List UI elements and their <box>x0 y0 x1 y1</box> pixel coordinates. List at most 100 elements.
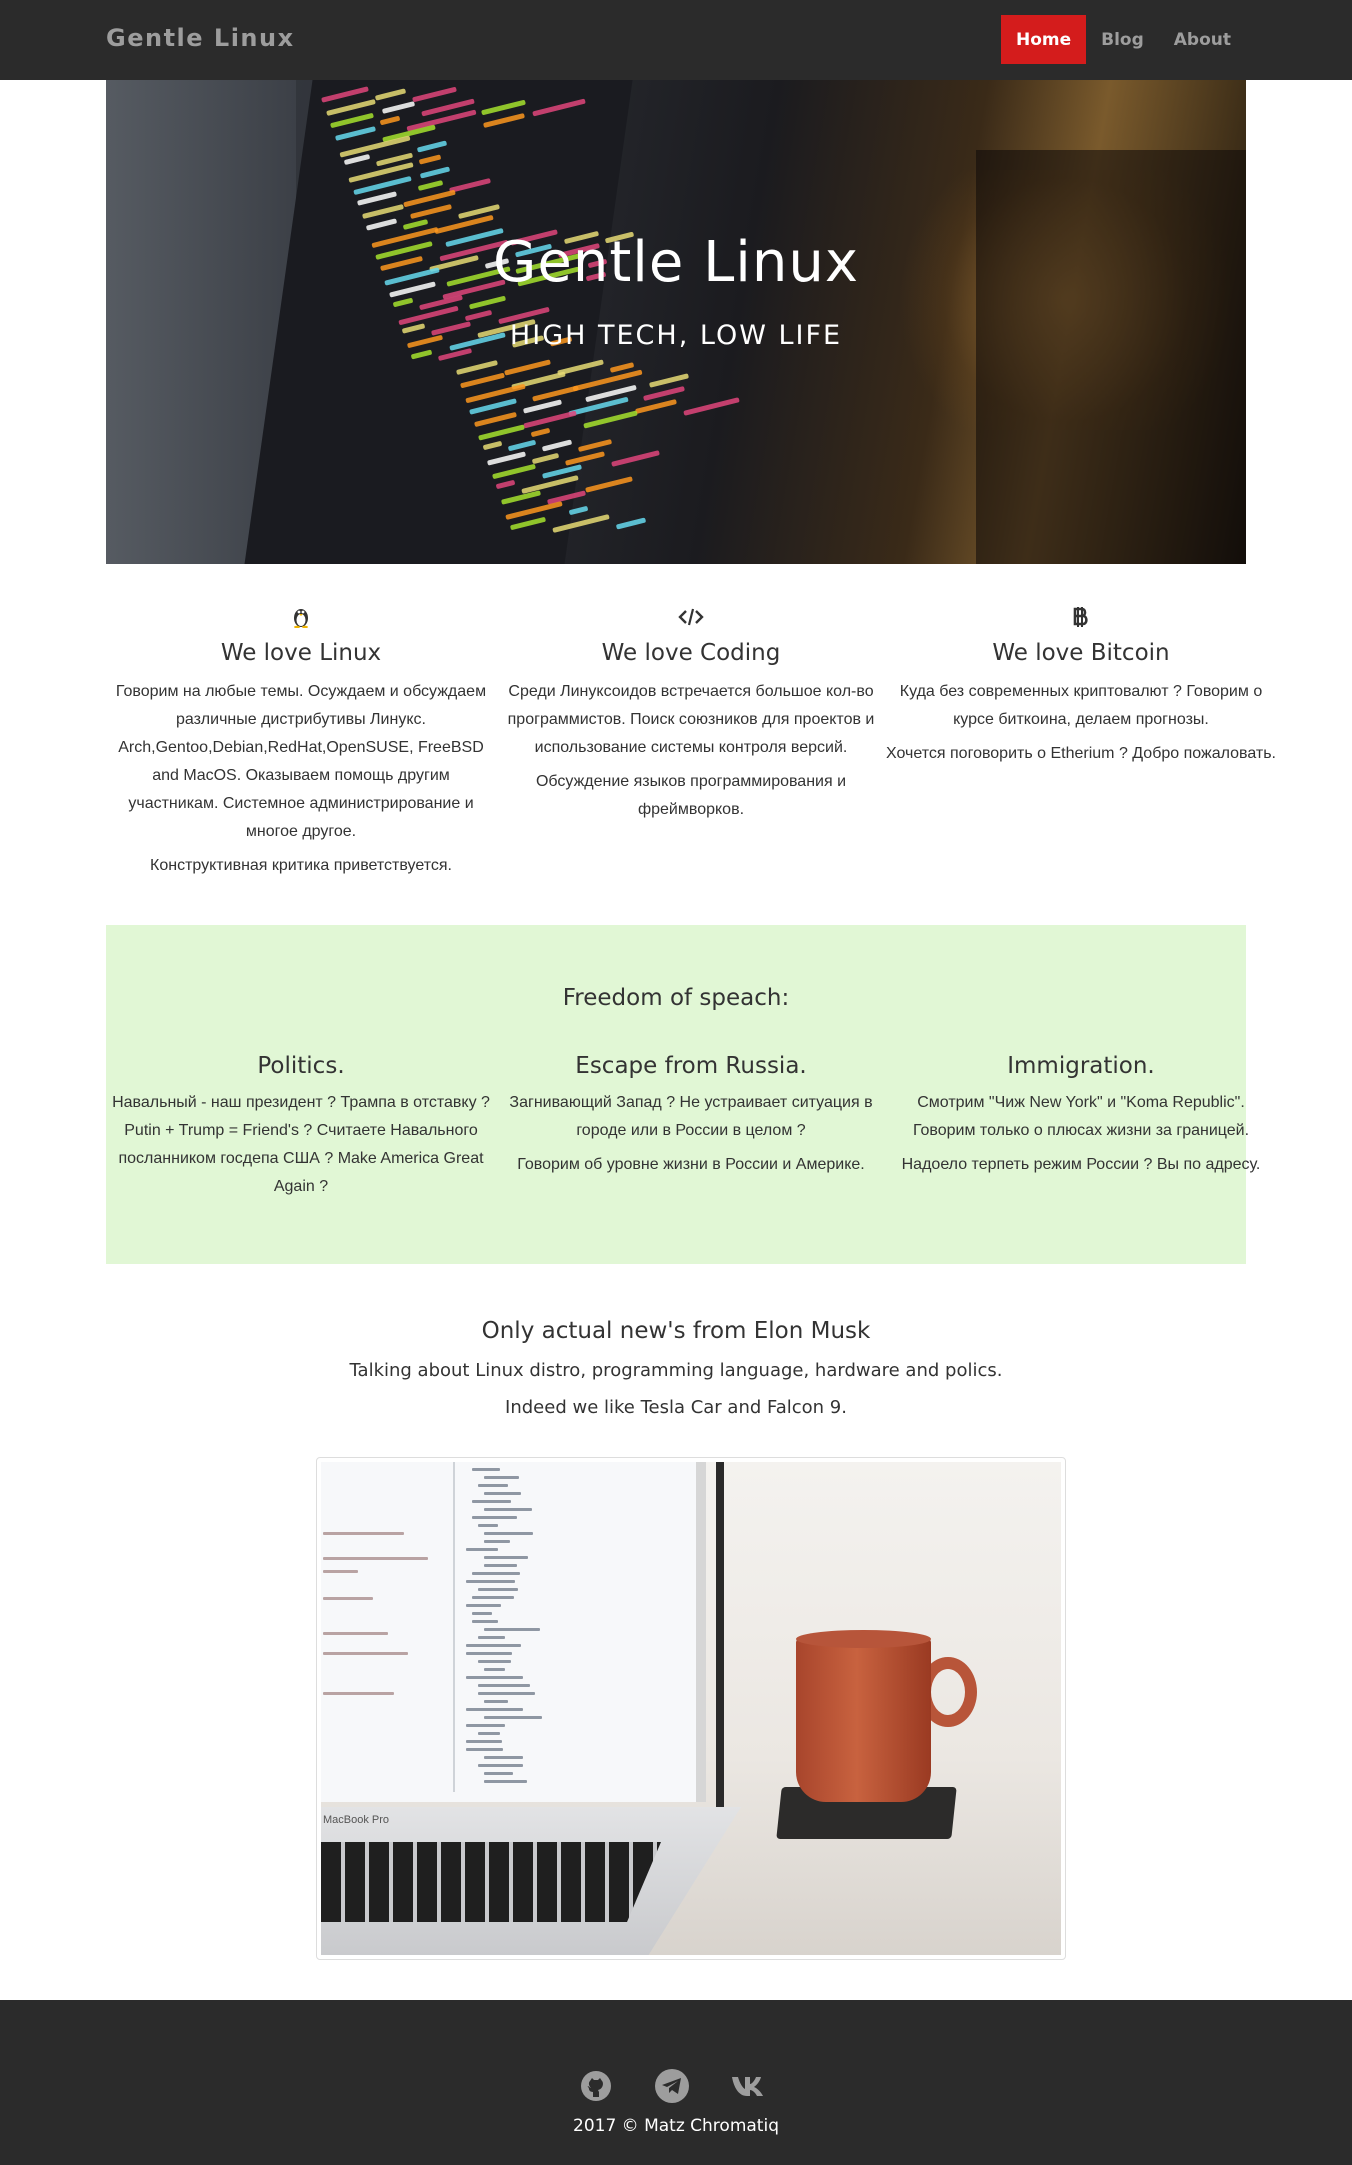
nav-links: Home Blog About <box>1000 15 1246 64</box>
editor-line <box>478 1484 508 1487</box>
editor-line <box>466 1644 521 1647</box>
code-line-segment <box>683 397 740 416</box>
editor-line <box>472 1516 517 1519</box>
freedom-column-text: Загнивающий Запад ? Не устраивает ситуац… <box>509 1094 873 1139</box>
feature-bitcoin: We love Bitcoin Куда без современных кри… <box>886 604 1276 768</box>
editor-line <box>478 1660 511 1663</box>
feature-text: Среди Линуксоидов встречается большое ко… <box>507 683 875 756</box>
code-line-segment <box>611 450 660 467</box>
editor-line <box>478 1524 498 1527</box>
editor-line <box>323 1570 358 1573</box>
editor-line <box>478 1636 505 1639</box>
editor-line <box>472 1468 500 1471</box>
code-line-segment <box>585 476 633 493</box>
freedom-escape: Escape from Russia. Загнивающий Запад ? … <box>496 1053 886 1179</box>
nav-link-about[interactable]: About <box>1159 15 1246 64</box>
feature-text: Обсуждение языков программирования и фре… <box>535 773 847 818</box>
hero-background-shadow <box>976 150 1246 564</box>
news-text-line: Talking about Linux distro, programming … <box>349 1360 1003 1381</box>
bitcoin-icon <box>886 604 1276 630</box>
feature-title: We love Linux <box>220 640 382 666</box>
news-title: Only actual new's from Elon Musk <box>481 1318 871 1344</box>
freedom-column-text: Надоело терпеть режим России ? Вы по адр… <box>901 1156 1261 1173</box>
code-icon <box>496 604 886 630</box>
copyright-text: 2017 © Matz Chromatiq <box>573 2116 779 2136</box>
laptop-photo-image: MacBook Pro <box>321 1462 1061 1955</box>
editor-line <box>478 1588 518 1591</box>
editor-line <box>472 1500 511 1503</box>
editor-line <box>466 1724 505 1727</box>
freedom-immigration: Immigration. Смотрим "Чиж New York" и "K… <box>886 1053 1276 1179</box>
editor-line <box>484 1772 513 1775</box>
code-line-segment <box>615 517 646 530</box>
brand-link[interactable]: Gentle Linux <box>106 24 295 52</box>
coffee-cup <box>796 1637 931 1802</box>
feature-text: Говорим на любые темы. Осуждаем и обсужд… <box>115 683 487 840</box>
freedom-column-text: Смотрим "Чиж New York" и "Koma Republic"… <box>912 1094 1250 1139</box>
freedom-column-title: Politics. <box>257 1053 345 1079</box>
editor-line <box>466 1748 503 1751</box>
freedom-column-title: Immigration. <box>1007 1053 1155 1079</box>
code-line-segment <box>642 385 685 402</box>
editor-line <box>484 1756 523 1759</box>
freedom-politics: Politics. Навальный - наш президент ? Тр… <box>106 1053 496 1201</box>
feature-title: We love Coding <box>601 640 781 666</box>
editor-line <box>478 1732 500 1735</box>
editor-line <box>323 1692 394 1695</box>
editor-line <box>484 1628 540 1631</box>
editor-line <box>484 1492 521 1495</box>
linux-penguin-icon <box>106 604 496 630</box>
hero-title: Gentle Linux <box>493 230 859 295</box>
freedom-column-title: Escape from Russia. <box>575 1053 807 1079</box>
editor-line <box>472 1620 498 1623</box>
feature-text: Конструктивная критика приветствуется. <box>150 857 452 874</box>
editor-line <box>323 1652 408 1655</box>
code-line-segment <box>582 410 638 429</box>
editor-line <box>478 1764 523 1767</box>
freedom-column-text: Говорим об уровне жизни в России и Амери… <box>517 1156 865 1173</box>
editor-line <box>466 1708 523 1711</box>
editor-line <box>478 1692 535 1695</box>
github-icon[interactable] <box>576 2066 616 2106</box>
editor-line <box>466 1676 523 1679</box>
editor-line <box>466 1740 502 1743</box>
editor-line <box>466 1548 498 1551</box>
laptop-photo: MacBook Pro <box>316 1457 1066 1960</box>
editor-line <box>323 1597 373 1600</box>
editor-line <box>484 1780 527 1783</box>
editor-line <box>484 1532 533 1535</box>
telegram-icon[interactable] <box>652 2066 692 2106</box>
editor-line <box>472 1572 520 1575</box>
editor-line <box>484 1556 528 1559</box>
coffee-cup-rim <box>796 1630 931 1648</box>
laptop-keyboard <box>321 1842 661 1922</box>
editor-line <box>484 1476 519 1479</box>
code-line-segment <box>577 438 612 453</box>
editor-line <box>323 1557 428 1560</box>
editor-line <box>484 1700 508 1703</box>
freedom-section: Freedom of speach: Politics. Навальный -… <box>106 925 1260 1264</box>
editor-line <box>484 1716 542 1719</box>
hero-banner: Gentle Linux HIGH TECH, LOW LIFE <box>106 80 1246 564</box>
freedom-heading: Freedom of speach: <box>562 985 790 1011</box>
editor-line <box>323 1632 388 1635</box>
code-line-segment <box>635 398 677 415</box>
editor-line <box>466 1580 515 1583</box>
news-text-line: Indeed we like Tesla Car and Falcon 9. <box>505 1397 847 1418</box>
editor-line <box>472 1596 514 1599</box>
feature-title: We love Bitcoin <box>992 640 1170 666</box>
editor-line <box>478 1684 530 1687</box>
editor-line <box>323 1532 404 1535</box>
laptop-label: MacBook Pro <box>323 1814 390 1826</box>
nav-link-home[interactable]: Home <box>1000 15 1087 64</box>
vk-icon[interactable] <box>731 2066 771 2106</box>
editor-line <box>466 1604 501 1607</box>
editor-line <box>472 1612 492 1615</box>
feature-coding: We love Coding Среди Линуксоидов встреча… <box>496 604 886 824</box>
editor-line <box>484 1668 505 1671</box>
laptop-editor-divider <box>453 1462 455 1792</box>
code-line-segment <box>584 384 637 403</box>
nav-link-blog[interactable]: Blog <box>1086 15 1159 64</box>
freedom-column-text: Навальный - наш президент ? Трампа в отс… <box>112 1094 490 1195</box>
feature-linux: We love Linux Говорим на любые темы. Осу… <box>106 604 496 880</box>
